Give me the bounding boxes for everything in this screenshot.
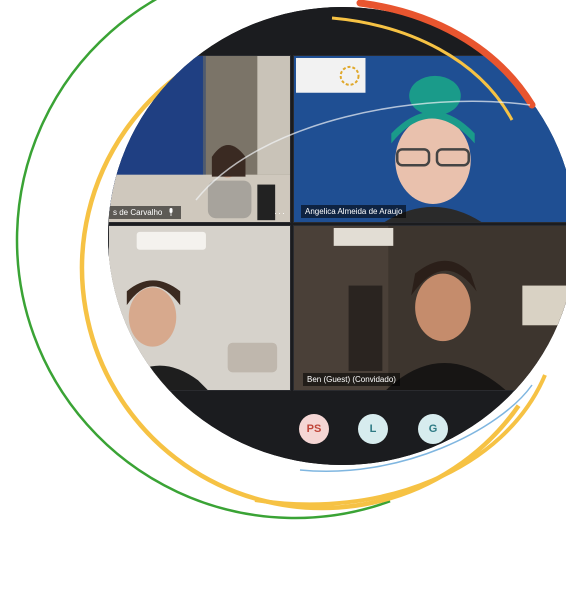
video-scene-3 [109, 226, 290, 390]
participant-avatar-l[interactable]: L [358, 414, 388, 444]
video-scene-4 [294, 226, 566, 390]
video-call-window: s de Carvalho ··· Angelica Almeida de Ar… [108, 7, 566, 465]
participant-avatar-g[interactable]: G [418, 414, 448, 444]
microphone-icon [169, 208, 173, 216]
participant-avatar-ps[interactable]: PS [299, 414, 329, 444]
video-tile-4[interactable]: Ben (Guest) (Convidado) [293, 225, 566, 391]
tile-name-label: s de Carvalho [109, 206, 181, 219]
more-options-icon[interactable]: ··· [274, 208, 286, 218]
tile-name-label: Angelica Almeida de Araujo [301, 205, 407, 218]
tile-name-label: Ben (Guest) (Convidado) [303, 373, 400, 386]
video-scene-1 [109, 56, 290, 222]
video-tile-1[interactable]: s de Carvalho ··· [108, 55, 291, 223]
call-top-bar [108, 7, 566, 55]
call-bottom-bar: PS L G [108, 393, 566, 465]
video-tile-3[interactable] [108, 225, 291, 391]
video-scene-2 [294, 56, 566, 222]
video-tile-2[interactable]: Angelica Almeida de Araujo [293, 55, 566, 223]
